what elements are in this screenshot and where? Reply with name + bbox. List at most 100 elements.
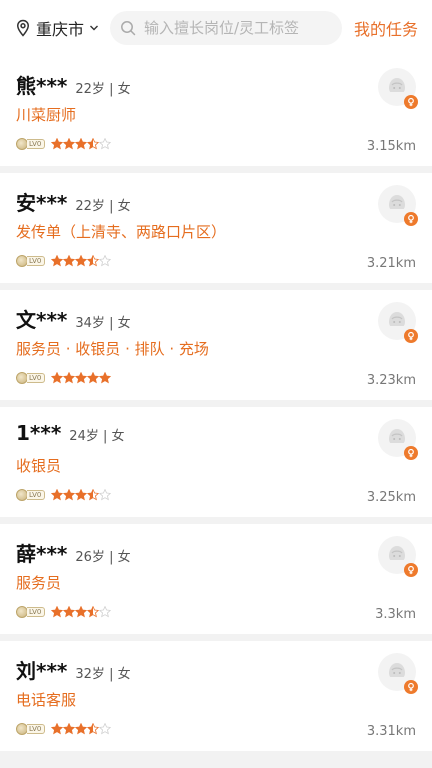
worker-distance: 3.31km bbox=[366, 724, 416, 739]
rating-row: LV0 bbox=[16, 253, 416, 269]
level-badge-icon: LV0 bbox=[16, 489, 46, 501]
worker-meta: 24岁 | 女 bbox=[69, 429, 125, 444]
rating-row: LV0 bbox=[16, 604, 416, 620]
worker-job: 电话客服 bbox=[16, 691, 77, 709]
top-bar: 重庆市 我的任务 bbox=[0, 0, 432, 56]
level-label: LV0 bbox=[27, 607, 46, 617]
worker-name: 安*** bbox=[16, 191, 68, 215]
level-label: LV0 bbox=[27, 490, 46, 500]
star-icon bbox=[75, 489, 88, 501]
worker-gender: 女 bbox=[111, 429, 125, 444]
worker-gender: 女 bbox=[117, 316, 131, 331]
default-avatar-icon[interactable] bbox=[378, 68, 418, 109]
star-rating bbox=[51, 489, 112, 501]
star-icon bbox=[75, 723, 88, 735]
worker-gender: 女 bbox=[117, 199, 131, 214]
default-avatar-icon[interactable] bbox=[378, 302, 418, 343]
default-avatar-icon[interactable] bbox=[378, 653, 418, 694]
female-icon bbox=[404, 95, 418, 109]
star-icon bbox=[99, 606, 112, 618]
default-avatar-icon[interactable] bbox=[378, 419, 418, 460]
star-icon bbox=[51, 723, 64, 735]
star-icon bbox=[75, 255, 88, 267]
star-icon bbox=[63, 489, 76, 501]
rating-row: LV0 bbox=[16, 370, 416, 386]
star-icon bbox=[87, 606, 100, 618]
female-icon bbox=[404, 446, 418, 460]
star-rating bbox=[51, 138, 112, 150]
female-icon bbox=[404, 329, 418, 343]
default-avatar-icon[interactable] bbox=[378, 536, 418, 577]
name-row: 薛*** 26岁 | 女 bbox=[16, 538, 416, 568]
worker-gender: 女 bbox=[117, 82, 131, 97]
worker-age: 24岁 bbox=[69, 429, 99, 444]
worker-card[interactable]: 熊*** 22岁 | 女 川菜厨师 LV0 3.15km bbox=[0, 56, 432, 166]
search-input[interactable] bbox=[143, 19, 334, 37]
worker-job: 发传单（上清寺、两路口片区） bbox=[16, 223, 227, 241]
level-label: LV0 bbox=[27, 373, 46, 383]
star-rating bbox=[51, 372, 112, 384]
worker-card[interactable]: 1*** 24岁 | 女 收银员 LV0 3.25km bbox=[0, 407, 432, 517]
worker-age: 26岁 bbox=[75, 550, 105, 565]
star-icon bbox=[63, 606, 76, 618]
star-icon bbox=[51, 489, 64, 501]
star-icon bbox=[87, 255, 100, 267]
star-icon bbox=[63, 138, 76, 150]
worker-job: 服务员 · 收银员 · 排队 · 充场 bbox=[16, 340, 209, 358]
worker-meta: 32岁 | 女 bbox=[75, 667, 131, 682]
rating-row: LV0 bbox=[16, 136, 416, 152]
city-name: 重庆市 bbox=[36, 20, 85, 39]
worker-card[interactable]: 刘*** 32岁 | 女 电话客服 LV0 3.31km bbox=[0, 641, 432, 751]
star-icon bbox=[99, 489, 112, 501]
worker-meta: 34岁 | 女 bbox=[75, 316, 131, 331]
star-rating bbox=[51, 255, 112, 267]
star-icon bbox=[99, 138, 112, 150]
worker-job: 川菜厨师 bbox=[16, 106, 77, 124]
worker-distance: 3.25km bbox=[366, 490, 416, 505]
level-badge-icon: LV0 bbox=[16, 723, 46, 735]
rating-row: LV0 bbox=[16, 721, 416, 737]
default-avatar-icon[interactable] bbox=[378, 185, 418, 226]
worker-card[interactable]: 文*** 34岁 | 女 服务员 · 收银员 · 排队 · 充场 LV0 3.2… bbox=[0, 290, 432, 400]
name-row: 文*** 34岁 | 女 bbox=[16, 304, 416, 334]
worker-job: 收银员 bbox=[16, 457, 62, 475]
star-icon bbox=[75, 372, 88, 384]
worker-list: 熊*** 22岁 | 女 川菜厨师 LV0 3.15km 安*** 22岁 | … bbox=[0, 56, 432, 758]
worker-meta: 26岁 | 女 bbox=[75, 550, 131, 565]
star-icon bbox=[87, 138, 100, 150]
female-icon bbox=[404, 680, 418, 694]
star-icon bbox=[51, 606, 64, 618]
city-selector[interactable]: 重庆市 bbox=[14, 16, 102, 40]
worker-job: 服务员 bbox=[16, 574, 62, 592]
worker-name: 刘*** bbox=[16, 659, 68, 683]
female-icon bbox=[404, 212, 418, 226]
worker-distance: 3.23km bbox=[366, 373, 416, 388]
star-icon bbox=[99, 372, 112, 384]
search-box[interactable] bbox=[109, 11, 342, 45]
star-rating bbox=[51, 606, 112, 618]
worker-gender: 女 bbox=[117, 667, 131, 682]
name-row: 1*** 24岁 | 女 bbox=[16, 421, 416, 451]
my-tasks-link[interactable]: 我的任务 bbox=[354, 16, 418, 40]
chevron-down-icon bbox=[90, 25, 99, 31]
worker-name: 熊*** bbox=[16, 74, 68, 98]
location-pin-icon bbox=[16, 19, 30, 37]
star-icon bbox=[87, 723, 100, 735]
worker-card[interactable]: 薛*** 26岁 | 女 服务员 LV0 3.3km bbox=[0, 524, 432, 634]
worker-distance: 3.21km bbox=[366, 256, 416, 271]
star-icon bbox=[51, 255, 64, 267]
name-row: 熊*** 22岁 | 女 bbox=[16, 70, 416, 100]
worker-age: 22岁 bbox=[75, 82, 105, 97]
worker-name: 文*** bbox=[16, 308, 68, 332]
worker-meta: 22岁 | 女 bbox=[75, 199, 131, 214]
level-label: LV0 bbox=[27, 139, 46, 149]
worker-card[interactable]: 安*** 22岁 | 女 发传单（上清寺、两路口片区） LV0 3.21km bbox=[0, 173, 432, 283]
level-badge-icon: LV0 bbox=[16, 606, 46, 618]
worker-distance: 3.15km bbox=[366, 139, 416, 154]
level-badge-icon: LV0 bbox=[16, 255, 46, 267]
worker-name: 1*** bbox=[16, 421, 62, 445]
star-icon bbox=[51, 372, 64, 384]
star-icon bbox=[75, 138, 88, 150]
star-icon bbox=[87, 489, 100, 501]
worker-age: 34岁 bbox=[75, 316, 105, 331]
